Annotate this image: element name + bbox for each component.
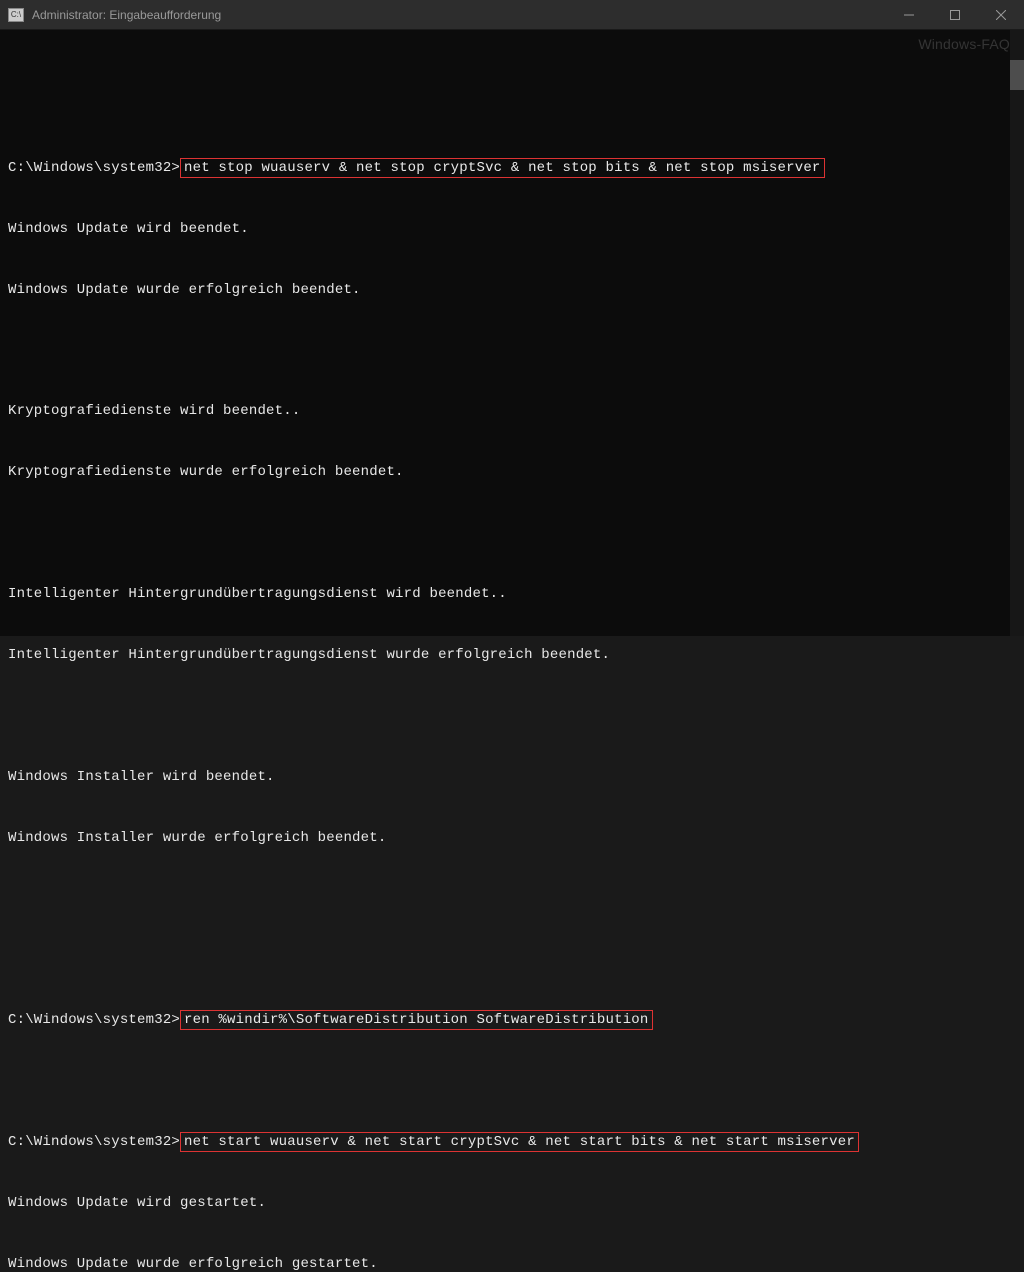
close-button[interactable] — [978, 0, 1024, 30]
output-line: Windows Installer wurde erfolgreich been… — [8, 828, 1016, 848]
command-1-hl: net stop wuauserv & net stop cryptSvc & … — [180, 158, 825, 178]
output-line: Windows Update wird gestartet. — [8, 1193, 1016, 1213]
output-line: Kryptografiedienste wird beendet.. — [8, 401, 1016, 421]
maximize-button[interactable] — [932, 0, 978, 30]
minimize-button[interactable] — [886, 0, 932, 30]
output-line: Intelligenter Hintergrundübertragungsdie… — [8, 584, 1016, 604]
prompt: C:\Windows\system32> — [8, 1012, 180, 1028]
cmd-icon: C:\ — [8, 8, 24, 22]
titlebar-left: C:\ Administrator: Eingabeaufforderung — [0, 8, 221, 22]
output-line: Windows Installer wird beendet. — [8, 767, 1016, 787]
scrollbar-thumb[interactable] — [1010, 60, 1024, 90]
prompt: C:\Windows\system32> — [8, 1134, 180, 1150]
output-line: Intelligenter Hintergrundübertragungsdie… — [8, 645, 1016, 665]
output-line: Windows Update wurde erfolgreich beendet… — [8, 280, 1016, 300]
output-line: Windows Update wird beendet. — [8, 219, 1016, 239]
prompt: C:\Windows\system32> — [8, 160, 180, 176]
command-3-hl: net start wuauserv & net start cryptSvc … — [180, 1132, 859, 1152]
window-title: Administrator: Eingabeaufforderung — [32, 8, 221, 22]
terminal-area[interactable]: Windows-FAQ C:\Windows\system32>net stop… — [0, 30, 1024, 636]
output-line: Windows Update wurde erfolgreich gestart… — [8, 1254, 1016, 1272]
output-line: Kryptografiedienste wurde erfolgreich be… — [8, 462, 1016, 482]
scrollbar-track[interactable] — [1010, 30, 1024, 636]
watermark-text: Windows-FAQ — [918, 34, 1010, 54]
command-2-hl: ren %windir%\SoftwareDistribution Softwa… — [180, 1010, 652, 1030]
titlebar-controls — [886, 0, 1024, 30]
titlebar[interactable]: C:\ Administrator: Eingabeaufforderung — [0, 0, 1024, 30]
